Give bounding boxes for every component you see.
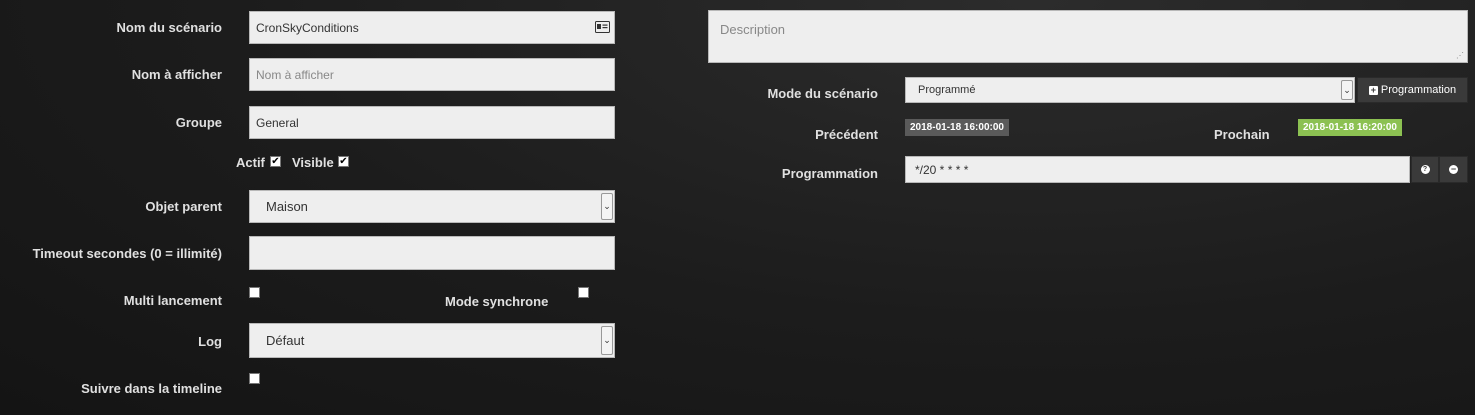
group-value: General — [256, 115, 299, 130]
active-checkbox[interactable]: ✔ — [270, 156, 281, 167]
chevron-down-icon[interactable]: ⌄ — [601, 326, 613, 355]
group-label: Groupe — [175, 115, 222, 130]
timeline-label: Suivre dans la timeline — [81, 381, 222, 396]
add-programmation-button[interactable]: + Programmation — [1357, 77, 1468, 103]
group-input[interactable]: General — [249, 106, 615, 139]
display-name-placeholder: Nom à afficher — [256, 67, 334, 82]
scenario-name-value: CronSkyConditions — [256, 20, 359, 35]
timeline-checkbox[interactable] — [249, 373, 260, 384]
mode-select[interactable]: Programmé ⌄ — [905, 77, 1355, 103]
programmation-value: */20 * * * * — [915, 162, 969, 177]
multi-launch-checkbox[interactable] — [249, 287, 260, 298]
add-programmation-label: Programmation — [1380, 84, 1457, 96]
display-name-input[interactable]: Nom à afficher — [249, 58, 615, 91]
plus-square-icon: + — [1368, 85, 1378, 95]
active-label: Actif — [236, 155, 265, 170]
display-name-label: Nom à afficher — [131, 67, 222, 82]
timeout-input[interactable] — [249, 236, 615, 270]
next-badge: 2018-01-18 16:20:00 — [1298, 119, 1402, 136]
help-button[interactable]: ? — [1411, 156, 1439, 183]
next-label: Prochain — [1214, 127, 1270, 142]
resize-grip-icon[interactable]: ⋰ — [1456, 51, 1464, 60]
programmation-label: Programmation — [781, 166, 878, 181]
multi-launch-label: Multi lancement — [123, 293, 222, 308]
log-value: Défaut — [266, 333, 305, 348]
mode-label: Mode du scénario — [767, 86, 878, 101]
parent-object-label: Objet parent — [145, 199, 222, 214]
parent-object-value: Maison — [266, 199, 308, 214]
timeout-label: Timeout secondes (0 = illimité) — [32, 246, 222, 261]
log-label: Log — [198, 334, 222, 349]
previous-label: Précédent — [815, 127, 878, 142]
programmation-input[interactable]: */20 * * * * — [905, 156, 1410, 183]
mode-value: Programmé — [918, 84, 976, 96]
help-icon: ? — [1420, 165, 1430, 174]
scenario-name-input[interactable]: CronSkyConditions — [249, 11, 615, 44]
description-textarea[interactable]: Description ⋰ — [708, 10, 1468, 63]
log-select[interactable]: Défaut ⌄ — [249, 323, 615, 358]
id-card-icon[interactable] — [595, 21, 610, 36]
parent-object-select[interactable]: Maison ⌄ — [249, 190, 615, 223]
remove-programmation-button[interactable]: − — [1439, 156, 1468, 183]
checkmark-icon: ✔ — [271, 155, 280, 167]
visible-label: Visible — [292, 155, 334, 170]
sync-mode-checkbox[interactable] — [578, 287, 589, 298]
description-placeholder: Description — [720, 22, 786, 37]
chevron-down-icon[interactable]: ⌄ — [601, 193, 613, 220]
minus-icon: − — [1449, 164, 1458, 174]
chevron-down-icon[interactable]: ⌄ — [1341, 80, 1353, 100]
sync-mode-label: Mode synchrone — [445, 294, 549, 309]
checkmark-icon: ✔ — [339, 155, 348, 167]
visible-checkbox[interactable]: ✔ — [338, 156, 349, 167]
scenario-name-label: Nom du scénario — [116, 20, 222, 35]
previous-badge: 2018-01-18 16:00:00 — [905, 119, 1009, 136]
